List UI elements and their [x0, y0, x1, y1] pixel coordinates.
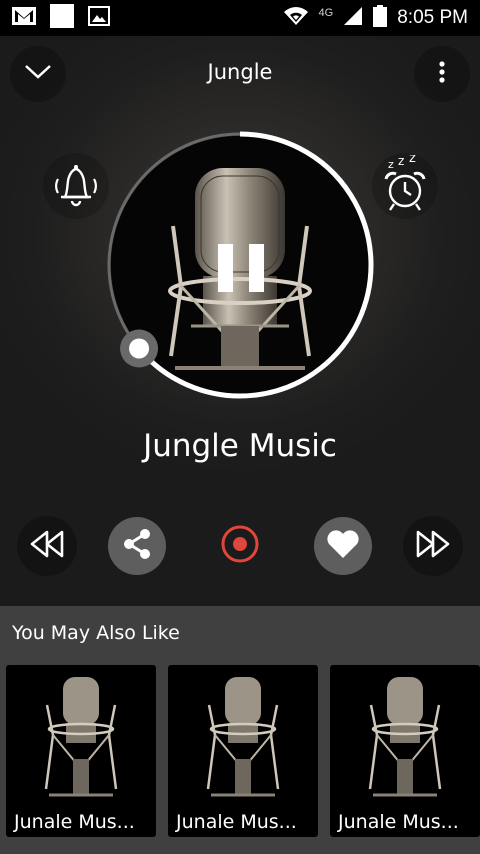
rewind-icon [29, 529, 65, 563]
record-icon [220, 524, 260, 568]
fast-forward-button[interactable] [403, 516, 463, 576]
player-panel: Jungle z z z Jungle Music [0, 36, 480, 606]
sleep-timer-button[interactable]: z z z [372, 151, 438, 219]
pause-button[interactable] [218, 244, 264, 292]
signal-icon [343, 6, 363, 30]
heart-icon [326, 529, 360, 563]
clock: 8:05 PM [397, 7, 468, 28]
pause-icon-bar-left [218, 244, 233, 292]
blank-notification-icon [50, 4, 74, 32]
pause-icon-bar-right [249, 244, 264, 292]
song-title: Jungle Music [143, 428, 337, 464]
recommendation-title: Junale Mus... [14, 811, 135, 833]
gmail-icon [12, 7, 36, 29]
recommendations-section: You May Also Like Junale Mus... Junale M… [0, 606, 480, 854]
microphone-thumbnail [206, 677, 280, 797]
wifi-icon [283, 6, 309, 30]
share-icon [121, 528, 153, 564]
rewind-button[interactable] [17, 516, 77, 576]
fast-forward-icon [415, 529, 451, 563]
seek-handle-center[interactable] [129, 338, 150, 359]
more-vertical-icon [438, 61, 446, 87]
network-type: 4G [318, 7, 334, 19]
more-options-button[interactable] [414, 46, 470, 102]
battery-icon [373, 5, 388, 31]
svg-text:z: z [409, 155, 416, 166]
ringtone-button[interactable] [43, 153, 109, 219]
share-button[interactable] [108, 517, 166, 575]
svg-text:z: z [398, 155, 404, 168]
status-bar: 4G 8:05 PM [0, 0, 480, 36]
favorite-button[interactable] [314, 517, 372, 575]
bell-ringing-icon [49, 159, 103, 213]
alarm-snooze-icon: z z z [380, 151, 430, 217]
image-icon [88, 6, 110, 30]
recommendation-card[interactable]: Junale Mus... [168, 665, 318, 837]
recommendation-title: Junale Mus... [338, 811, 459, 833]
microphone-thumbnail [44, 677, 118, 797]
page-title: Jungle [207, 60, 273, 84]
recommendation-title: Junale Mus... [176, 811, 297, 833]
section-heading: You May Also Like [12, 622, 180, 644]
record-button[interactable] [210, 516, 270, 576]
recommendation-card[interactable]: Junale Mus... [6, 665, 156, 837]
microphone-thumbnail [368, 677, 442, 797]
recommendation-card[interactable]: Junale Mus... [330, 665, 480, 837]
svg-text:z: z [388, 158, 394, 171]
